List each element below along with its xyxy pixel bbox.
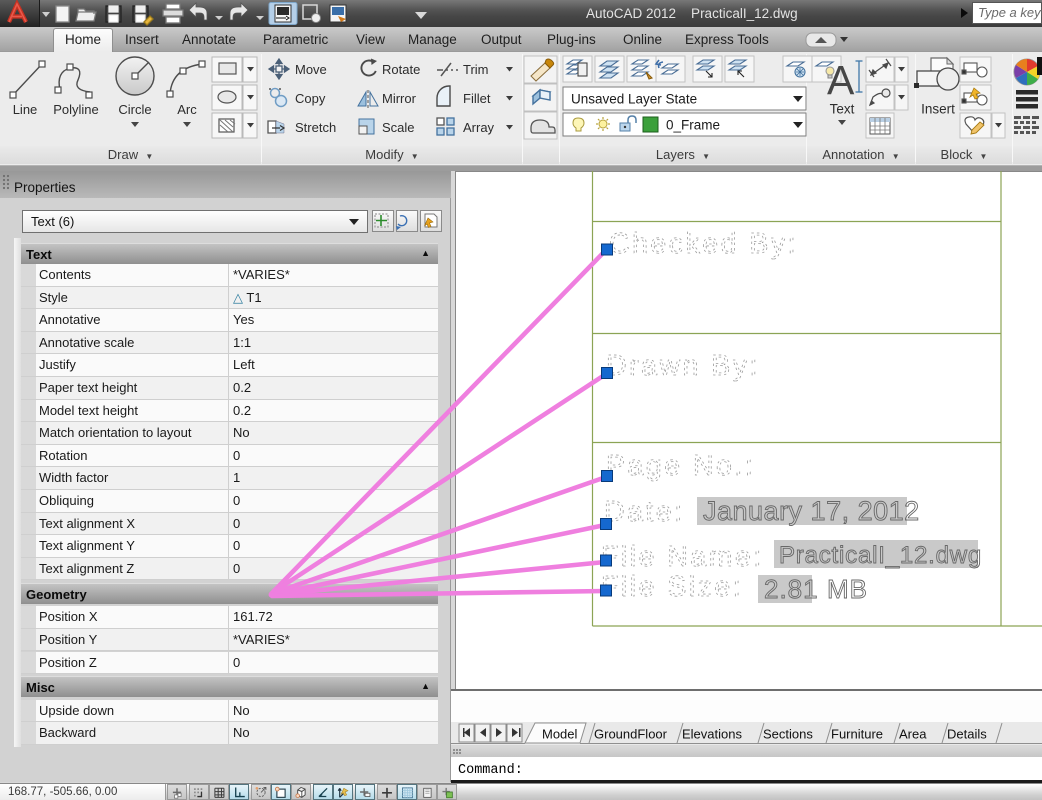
svg-text:Elevations: Elevations (682, 727, 742, 742)
svg-text:Model: Model (542, 727, 578, 742)
svg-text:Furniture: Furniture (831, 727, 883, 742)
svg-text:Unsaved Layer State: Unsaved Layer State (571, 92, 697, 107)
svg-text:Details: Details (947, 727, 987, 742)
svg-text:Insert: Insert (921, 102, 955, 117)
svg-text:Text: Text (830, 102, 855, 117)
svg-text:GroundFloor: GroundFloor (594, 727, 668, 742)
svg-text:Fillet: Fillet (463, 91, 491, 106)
svg-text:Sections: Sections (763, 727, 813, 742)
svg-text:Area: Area (899, 727, 927, 742)
svg-text:0_Frame: 0_Frame (666, 118, 720, 133)
svg-text:Array: Array (463, 120, 495, 135)
svg-text:A: A (827, 57, 855, 103)
svg-text:Trim: Trim (463, 62, 489, 77)
